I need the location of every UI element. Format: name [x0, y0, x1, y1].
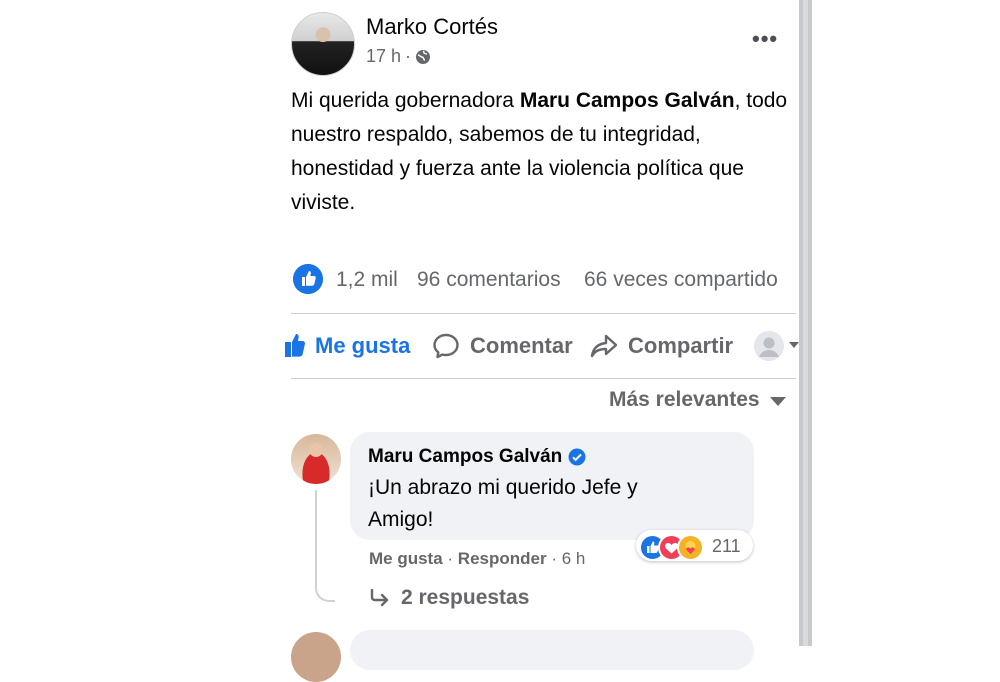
post-action-bar: Me gusta Comentar Compartir: [285, 326, 805, 368]
comment-text: ¡Un abrazo mi querido Jefe y Amigo!: [368, 476, 638, 531]
post-stats: 1,2 mil 96 comentarios 66 veces comparti…: [293, 262, 798, 298]
comment-like-link[interactable]: Me gusta: [369, 549, 443, 568]
separator: ·: [546, 549, 562, 568]
reaction-count: 211: [712, 536, 741, 556]
like-button-label: Me gusta: [315, 333, 411, 358]
post-meta: 17 h ·: [366, 46, 431, 67]
comment-reactions[interactable]: 211: [636, 530, 753, 561]
thumbs-up-icon: [285, 334, 305, 357]
comment-reply-link[interactable]: Responder: [458, 549, 547, 568]
post-author-name[interactable]: Marko Cortés: [366, 14, 498, 40]
scrollbar-thumb[interactable]: [803, 0, 808, 646]
mentioned-profile-link[interactable]: Maru Campos Galván: [520, 89, 735, 112]
reaction-count[interactable]: 1,2 mil: [336, 268, 398, 292]
comment-time[interactable]: 6 h: [562, 549, 586, 568]
caret-down-icon: [769, 397, 786, 406]
comment-sort-dropdown[interactable]: Más relevantes: [609, 388, 786, 412]
commenter-avatar[interactable]: [291, 434, 341, 484]
post-options-button[interactable]: •••: [752, 26, 778, 52]
author-avatar[interactable]: [291, 12, 355, 76]
comment-sort-label: Más relevantes: [609, 388, 760, 411]
reply-arrow-icon: [370, 589, 389, 607]
comment-actions: Me gusta · Responder · 6 h: [369, 549, 585, 569]
post-text: Mi querida gobernadora Maru Campos Galvá…: [291, 84, 796, 220]
commenter-name[interactable]: Maru Campos Galván: [368, 446, 562, 468]
comment-count[interactable]: 96 comentarios: [417, 268, 561, 292]
profile-selector-avatar[interactable]: [754, 331, 784, 361]
verified-badge-icon: [568, 448, 586, 466]
divider: [291, 378, 796, 379]
like-button[interactable]: Me gusta: [285, 326, 410, 366]
meta-separator: ·: [405, 46, 412, 66]
share-count[interactable]: 66 veces compartido: [584, 268, 778, 292]
share-arrow-icon: [590, 334, 618, 358]
globe-icon: [416, 49, 431, 64]
thumbs-up-icon: [293, 264, 323, 294]
divider: [291, 313, 796, 314]
speech-bubble-icon: [433, 333, 459, 359]
post-time[interactable]: 17 h: [366, 46, 401, 67]
comment-button[interactable]: Comentar: [432, 326, 573, 366]
next-comment-bubble: [350, 630, 754, 670]
care-reaction-icon: [677, 534, 704, 561]
share-button[interactable]: Compartir: [590, 326, 733, 366]
comment-bubble: Maru Campos Galván ¡Un abrazo mi querido…: [350, 432, 754, 540]
replies-label: 2 respuestas: [401, 586, 530, 609]
share-button-label: Compartir: [628, 333, 734, 358]
thread-connector: [315, 490, 335, 602]
chevron-down-icon[interactable]: [789, 342, 799, 348]
next-commenter-avatar[interactable]: [291, 632, 341, 682]
comment-button-label: Comentar: [470, 333, 573, 358]
separator: ·: [442, 549, 458, 568]
commenter-name-row: Maru Campos Galván: [368, 446, 586, 468]
post-text-intro: Mi querida gobernadora: [291, 89, 520, 112]
view-replies-link[interactable]: 2 respuestas: [369, 586, 529, 610]
